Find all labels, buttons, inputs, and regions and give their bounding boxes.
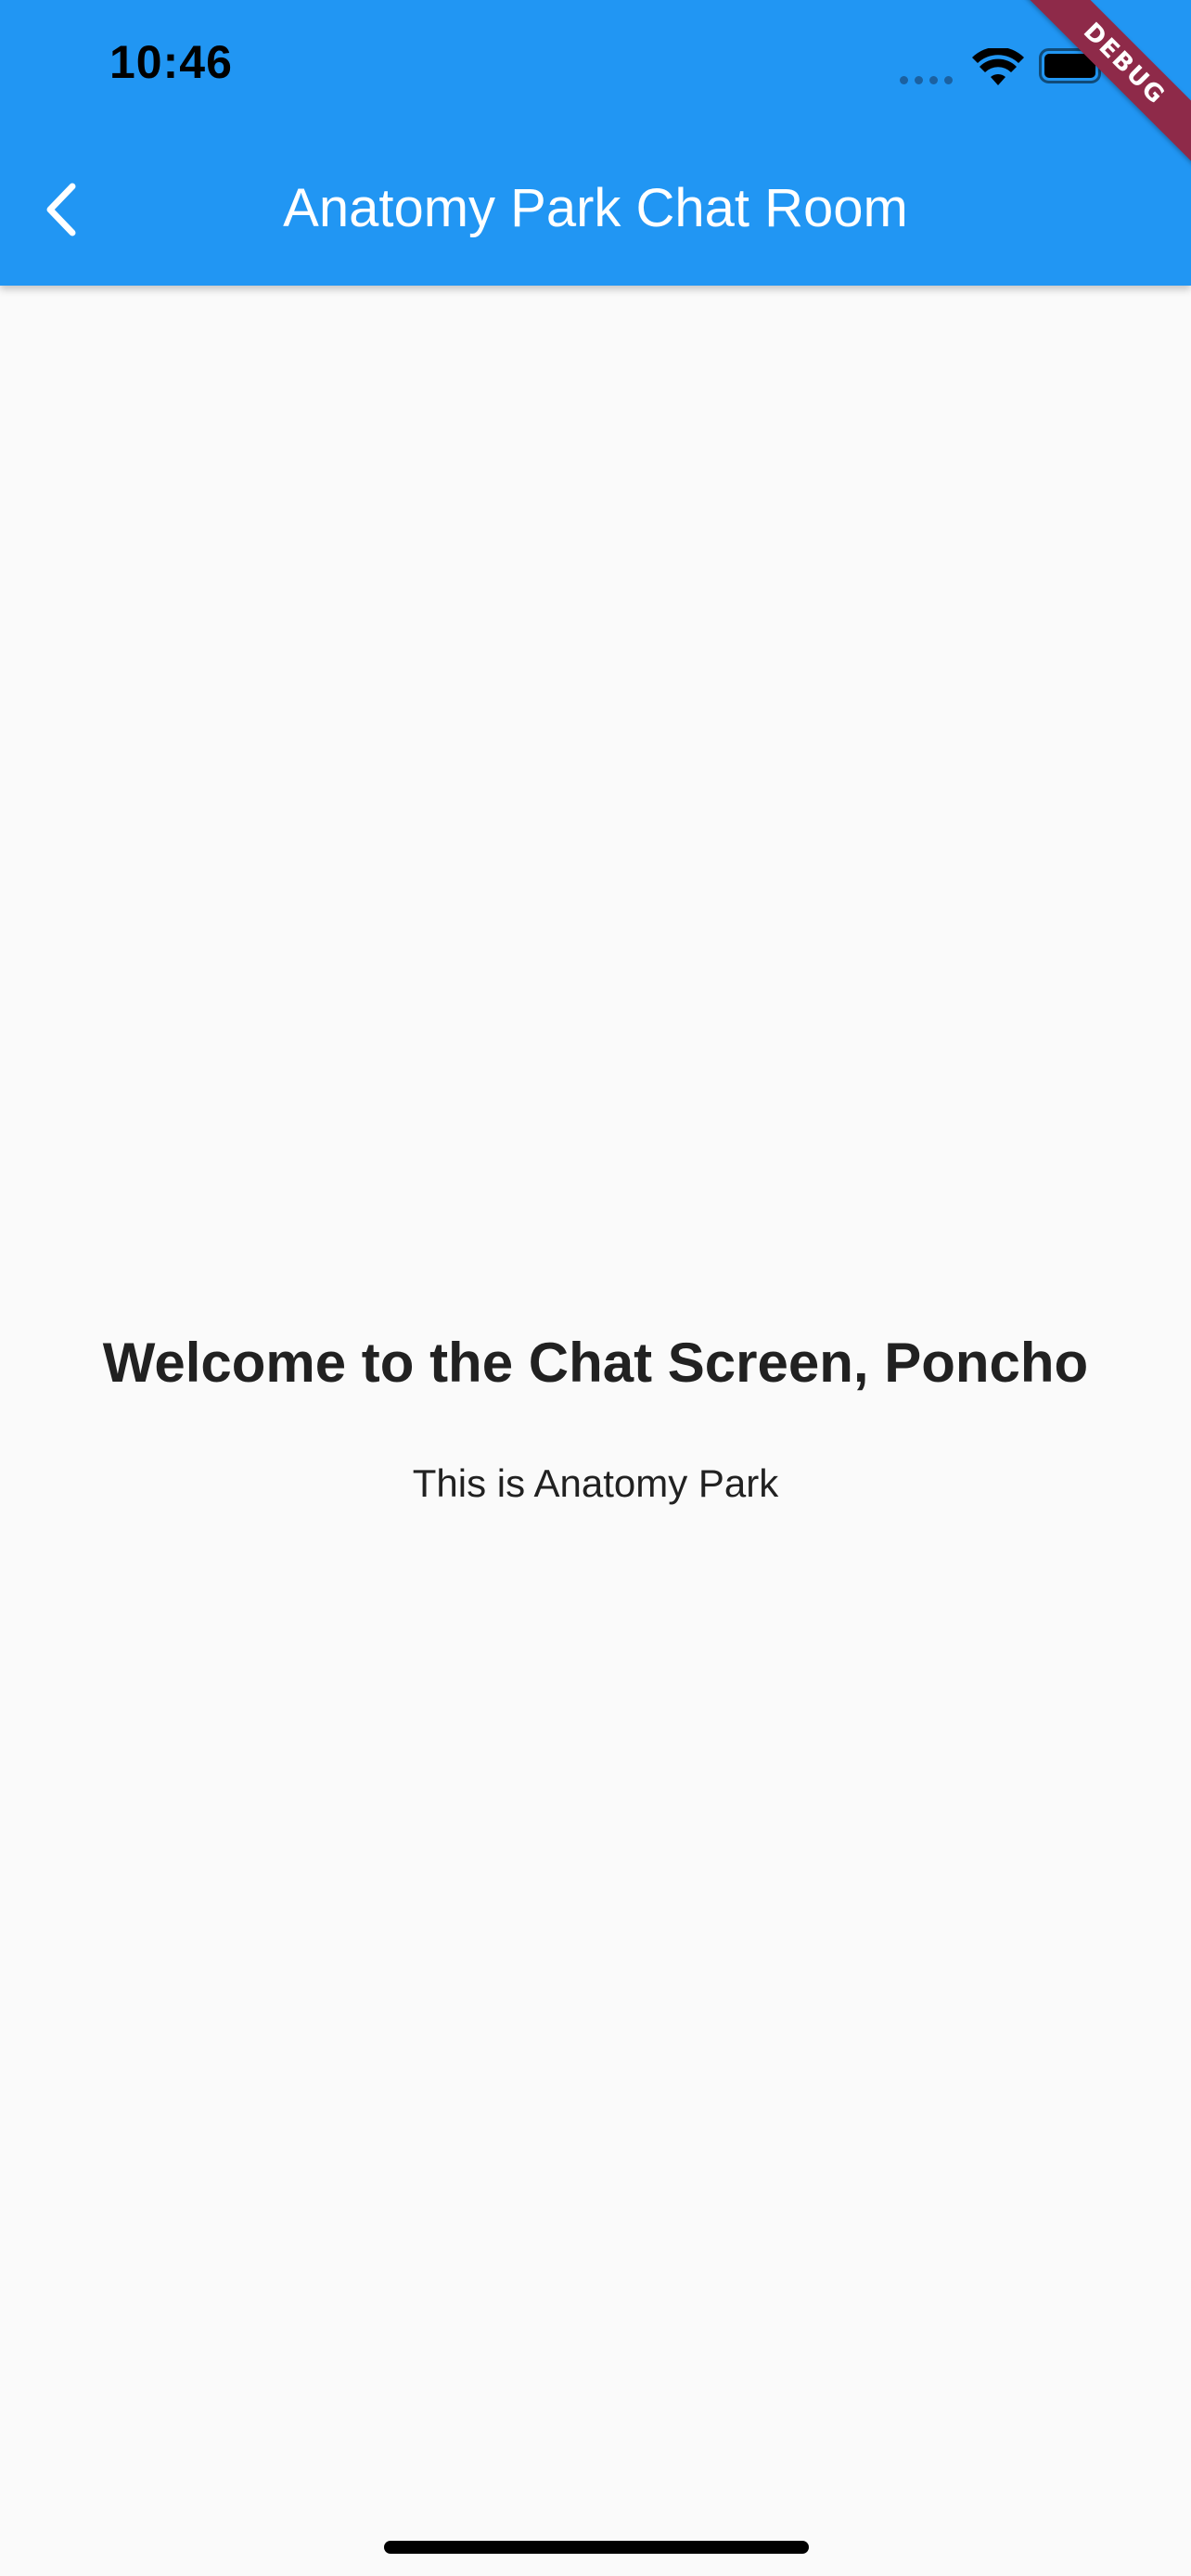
cellular-signal-icon: [900, 76, 953, 84]
home-indicator[interactable]: [384, 2541, 809, 2554]
status-time: 10:46: [109, 36, 233, 88]
app-bar: 10:46 Anatomy Park Chat Room: [0, 0, 1191, 286]
wifi-icon: [972, 48, 1024, 85]
page-title: Anatomy Park Chat Room: [283, 178, 908, 238]
subtitle-text: This is Anatomy Park: [412, 1461, 779, 1505]
welcome-heading: Welcome to the Chat Screen, Poncho: [102, 1332, 1089, 1394]
